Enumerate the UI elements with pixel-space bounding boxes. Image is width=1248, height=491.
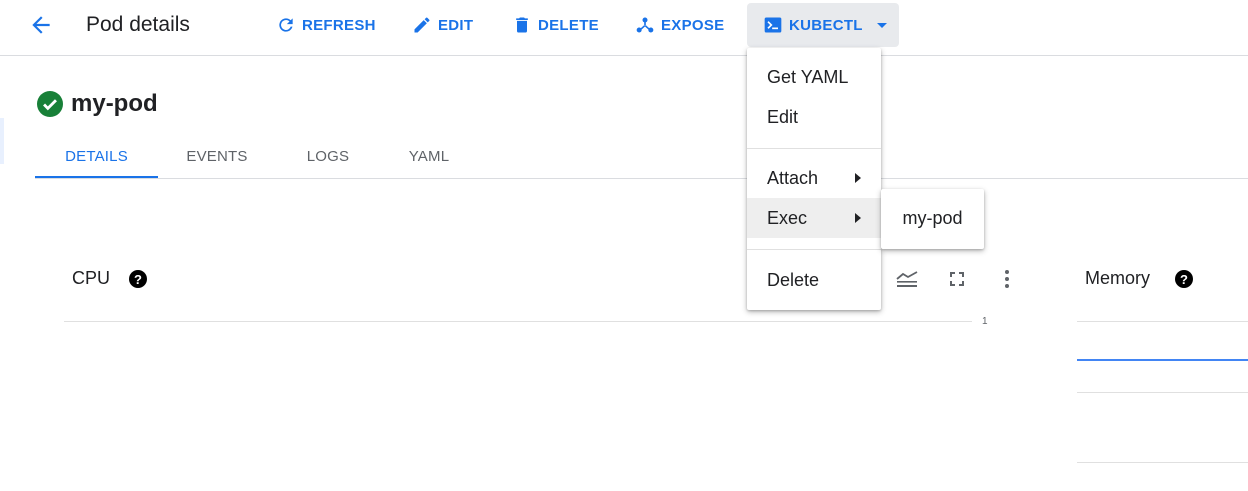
kubectl-label: KUBECTL (789, 16, 863, 34)
terminal-icon (764, 17, 782, 33)
tab-yaml[interactable]: YAML (393, 136, 465, 176)
memory-help-icon[interactable]: ? (1175, 270, 1193, 288)
cpu-help-icon[interactable]: ? (129, 270, 147, 288)
refresh-button[interactable]: REFRESH (276, 14, 376, 36)
tab-bar: DETAILS EVENTS LOGS YAML (35, 136, 1248, 179)
expose-icon (636, 17, 654, 33)
menu-divider (747, 249, 881, 250)
page-title: Pod details (86, 13, 190, 36)
pod-name-heading: my-pod (71, 90, 158, 117)
delete-button[interactable]: DELETE (512, 14, 599, 36)
refresh-icon (279, 18, 293, 32)
chart-legend-toggle-icon[interactable] (895, 267, 919, 291)
refresh-label: REFRESH (302, 16, 376, 34)
submenu-item-my-pod[interactable]: my-pod (881, 198, 984, 238)
menu-divider (747, 148, 881, 149)
delete-label: DELETE (538, 16, 599, 34)
more-vert-icon[interactable] (995, 267, 1019, 291)
expose-button[interactable]: EXPOSE (635, 14, 725, 36)
memory-chart-gridline (1077, 392, 1248, 393)
arrow-back-icon[interactable] (28, 12, 54, 38)
menu-item-attach-label: Attach (767, 167, 819, 188)
left-edge-highlight (0, 118, 4, 164)
dropdown-caret-icon (876, 22, 887, 28)
menu-item-edit[interactable]: Edit (747, 97, 881, 137)
cpu-chart-title: CPU (72, 268, 111, 288)
menu-item-exec[interactable]: Exec (747, 198, 881, 238)
cpu-chart-gridline (64, 321, 972, 322)
menu-item-delete[interactable]: Delete (747, 260, 881, 300)
tab-logs[interactable]: LOGS (290, 136, 366, 176)
menu-item-get-yaml[interactable]: Get YAML (747, 57, 881, 97)
edit-button[interactable]: EDIT (412, 14, 473, 36)
exec-submenu: my-pod (881, 189, 984, 249)
expose-label: EXPOSE (661, 16, 725, 34)
menu-item-exec-label: Exec (767, 207, 808, 228)
tab-events[interactable]: EVENTS (172, 136, 262, 176)
menu-item-attach[interactable]: Attach (747, 158, 881, 198)
submenu-arrow-icon (855, 173, 861, 183)
memory-chart-gridline (1077, 321, 1248, 322)
check-circle-icon (37, 91, 63, 117)
submenu-arrow-icon (855, 213, 861, 223)
cpu-y-tick: 1 (982, 316, 988, 327)
memory-chart-title: Memory (1085, 268, 1151, 288)
edit-label: EDIT (438, 16, 474, 34)
fullscreen-icon[interactable] (945, 267, 969, 291)
tab-details[interactable]: DETAILS (35, 136, 158, 178)
edit-icon (414, 17, 430, 33)
kubectl-button[interactable]: KUBECTL (747, 3, 899, 47)
kubectl-menu: Get YAML Edit Attach Exec Delete (747, 48, 881, 310)
trash-icon (516, 17, 528, 33)
memory-series-line (1077, 359, 1248, 361)
memory-chart-gridline (1077, 462, 1248, 463)
